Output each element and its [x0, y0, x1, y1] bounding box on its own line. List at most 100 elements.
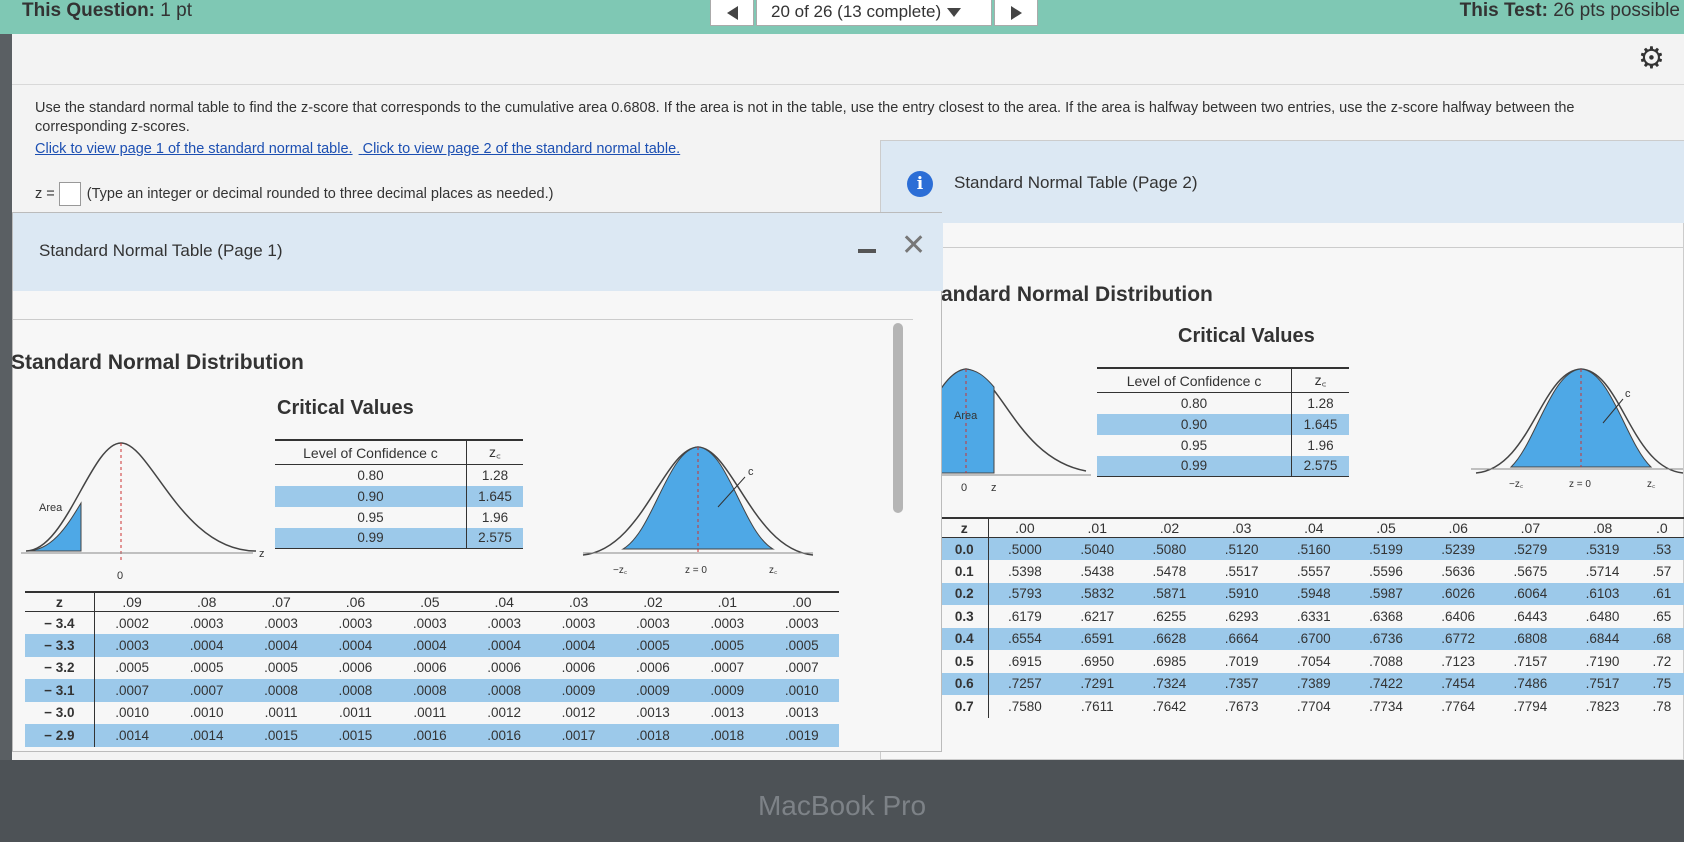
- z-table-cell: .0008: [467, 679, 542, 702]
- page-2-z-table: z .00.01.02.03.04.05.06.07.08.0 0.0.5000.…: [941, 517, 1684, 718]
- next-question-button[interactable]: [994, 0, 1038, 26]
- crit-cell: 0.95: [1097, 434, 1293, 456]
- z-row-label: 0.7: [941, 695, 989, 718]
- answer-row: z = (Type an integer or decimal rounded …: [35, 182, 553, 206]
- z-table-cell: .6406: [1441, 608, 1476, 624]
- z-table-cell: .0015: [243, 724, 319, 747]
- z-row-label: − 3.4: [25, 611, 95, 634]
- z-header-cell: .05: [1349, 517, 1423, 538]
- answer-input[interactable]: [58, 182, 81, 206]
- table-row: 0.6.7257.7291.7324.7357.7389.7422.7454.7…: [941, 672, 1684, 695]
- z-table-cell: .0003: [412, 615, 447, 631]
- page-1-titlebar[interactable]: Standard Normal Table (Page 1) ✕: [13, 213, 943, 291]
- crit-cell: 1.96: [481, 509, 509, 525]
- z-table-cell: .0003: [94, 634, 170, 657]
- z-table-cell: .7704: [1296, 698, 1331, 714]
- crit-cell: 0.80: [1097, 392, 1293, 414]
- question-points: This Question: 1 pt: [22, 0, 192, 22]
- z-header-cell: .06: [1422, 517, 1495, 538]
- z-table-cell: .0003: [264, 615, 298, 631]
- z-table-cell: .7642: [1152, 698, 1187, 714]
- z-header-cell: .06: [318, 591, 393, 612]
- info-icon: i: [907, 171, 933, 197]
- crit-cell: 2.575: [466, 527, 523, 549]
- z-table-cell: .0015: [318, 724, 393, 747]
- crit-cell: 0.99: [1097, 455, 1293, 477]
- previous-question-button[interactable]: [710, 0, 754, 26]
- z-table-body: − 3.4 .0002 .0003 .0003 .0003 .0003 .0003 .0003…: [25, 611, 839, 747]
- z-table-cell: .0007: [169, 679, 244, 702]
- z-table-cell: .0003: [710, 615, 745, 631]
- z-table-cell: .0005: [115, 660, 150, 676]
- z-table-cell: .53: [1638, 537, 1684, 560]
- z-table-header: z .09.08.07.06.05.04.03.02.01.00: [25, 591, 839, 612]
- z-table-cell: .0004: [243, 634, 319, 657]
- question-selector[interactable]: 20 of 26 (13 complete): [756, 0, 992, 26]
- z-table-cell: .7190: [1585, 653, 1620, 669]
- z-row-label: 0.3: [941, 605, 989, 628]
- link-page-2[interactable]: Click to view page 2 of the standard nor…: [363, 141, 681, 157]
- crit-header-confidence: Level of Confidence c: [275, 439, 467, 465]
- z-table-cell: .6331: [1296, 608, 1331, 624]
- z-table-cell: .5120: [1205, 537, 1278, 560]
- z-row-label: 0.1: [941, 560, 989, 583]
- z-table-cell: .5517: [1224, 563, 1259, 579]
- z-row-label: 0.4: [941, 627, 989, 650]
- z-header-cell: .09: [94, 591, 170, 612]
- z-table-cell: .0003: [189, 615, 224, 631]
- z-table-cell: .6293: [1224, 608, 1259, 624]
- z-table-cell: .0013: [710, 705, 745, 721]
- c-label: c: [1625, 388, 1631, 400]
- z-table-cell: .7324: [1133, 672, 1206, 695]
- z-row-label: 0.5: [941, 650, 989, 673]
- answer-hint: (Type an integer or decimal rounded to t…: [86, 186, 554, 202]
- crit-cell: 1.645: [1291, 413, 1349, 435]
- link-page-1[interactable]: Click to view page 1 of the standard nor…: [35, 141, 353, 157]
- z-table-cell: .7794: [1513, 698, 1548, 714]
- test-points: This Test: 26 pts possible: [1460, 0, 1680, 22]
- z-header-cell: .07: [1494, 517, 1567, 538]
- table-row: − 2.9.0014.0014.0015.0015.0016.0016.0017…: [25, 724, 839, 747]
- z-table-cell: .0003: [636, 615, 670, 631]
- z-table-cell: .7611: [1080, 698, 1114, 714]
- z-table-cell: .0018: [690, 724, 765, 747]
- z-table-cell: .7157: [1513, 653, 1548, 669]
- z-header-cell: .00: [988, 517, 1062, 538]
- table-row: 0.7 .7580 .7611 .7642 .7673 .7704 .7734 .7764 .7…: [941, 695, 1684, 718]
- z-table-cell: .5596: [1369, 563, 1403, 579]
- page-1-window: Standard Normal Table (Page 1) ✕ Standar…: [11, 212, 943, 752]
- page-2-titlebar[interactable]: i Standard Normal Table (Page 2): [881, 141, 1684, 223]
- zc-label: z꜀: [769, 565, 778, 576]
- z-table-cell: .6808: [1494, 627, 1567, 650]
- crit-header-confidence: Level of Confidence c: [1097, 367, 1293, 393]
- z-table-cell: .0016: [467, 724, 542, 747]
- z-table-cell: .6368: [1369, 608, 1403, 624]
- table-row: 0.2.5793.5832.5871.5910.5948.5987.6026.6…: [941, 582, 1684, 605]
- z-header-cell: .01: [1061, 517, 1134, 538]
- z-table-cell: .7764: [1441, 698, 1476, 714]
- device-bezel: MacBook Pro: [0, 760, 1684, 842]
- z-table-cell: .6026: [1422, 582, 1495, 605]
- z-table-cell: .5199: [1349, 537, 1423, 560]
- crit-cell: 1.28: [1307, 395, 1334, 411]
- area-label: Area: [954, 410, 978, 422]
- z-table-cell: .5948: [1277, 582, 1350, 605]
- z-table-cell: .7054: [1296, 653, 1331, 669]
- z-table-cell: .0004: [541, 634, 616, 657]
- z-table-cell: .7291: [1061, 672, 1134, 695]
- close-icon[interactable]: ✕: [901, 231, 926, 261]
- crit-cell: 2.575: [1291, 455, 1349, 477]
- gear-icon[interactable]: ⚙: [1638, 44, 1665, 74]
- crit-cell: 0.99: [275, 527, 467, 549]
- table-row: − 3.4 .0002 .0003 .0003 .0003 .0003 .0003 .0003…: [25, 611, 839, 634]
- minimize-button[interactable]: [858, 249, 876, 253]
- z-table-cell: .0004: [318, 634, 393, 657]
- z-table-cell: .6915: [1007, 653, 1042, 669]
- page-2-critical-values-table: Level of Confidence c z꜀ 0.80 1.28 0.90 1.6…: [1097, 367, 1349, 477]
- crit-cell: 0.80: [275, 464, 467, 486]
- z-table-cell: .6664: [1205, 627, 1278, 650]
- z-table-cell: .5000: [988, 537, 1062, 560]
- scrollbar[interactable]: [893, 323, 903, 513]
- z-table-cell: .75: [1638, 672, 1684, 695]
- critical-curve-diagram: c −z꜀ z = 0 z꜀: [1471, 368, 1684, 490]
